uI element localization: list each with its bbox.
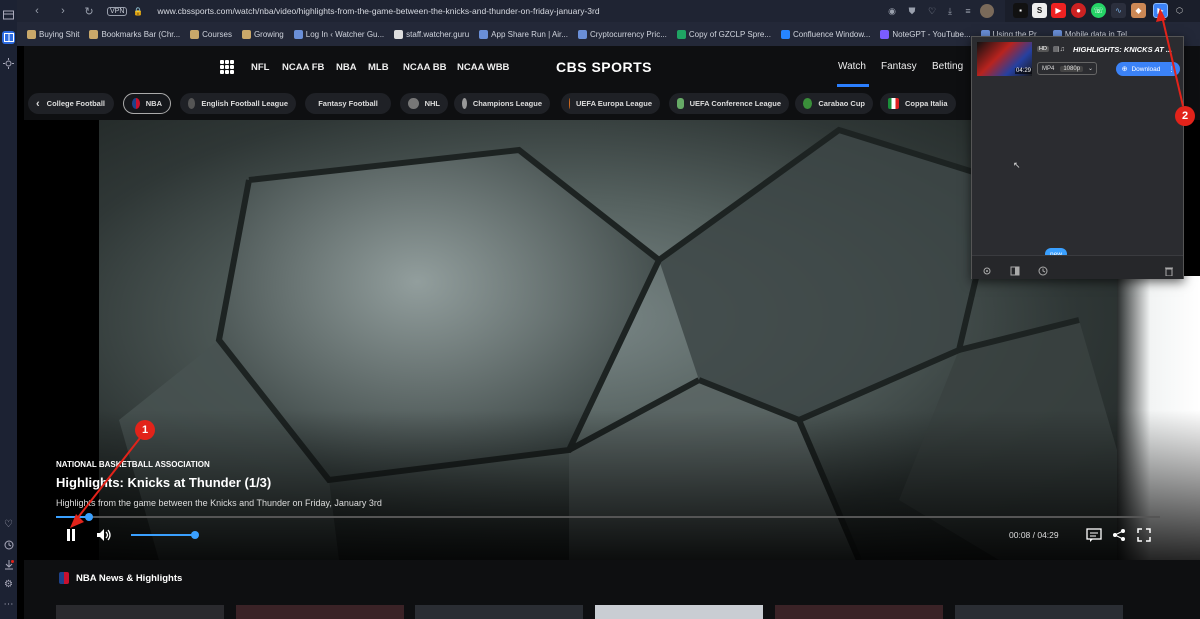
browser-window: ♡ ⚙ ⋯ ‹ › ↻ VPN 🔒 www.cbssports.com/watc…	[0, 0, 1200, 619]
annotation-arrows	[70, 8, 1184, 528]
annotation-badge-1: 1	[135, 420, 155, 440]
annotation-badge-2: 2	[1175, 106, 1195, 126]
